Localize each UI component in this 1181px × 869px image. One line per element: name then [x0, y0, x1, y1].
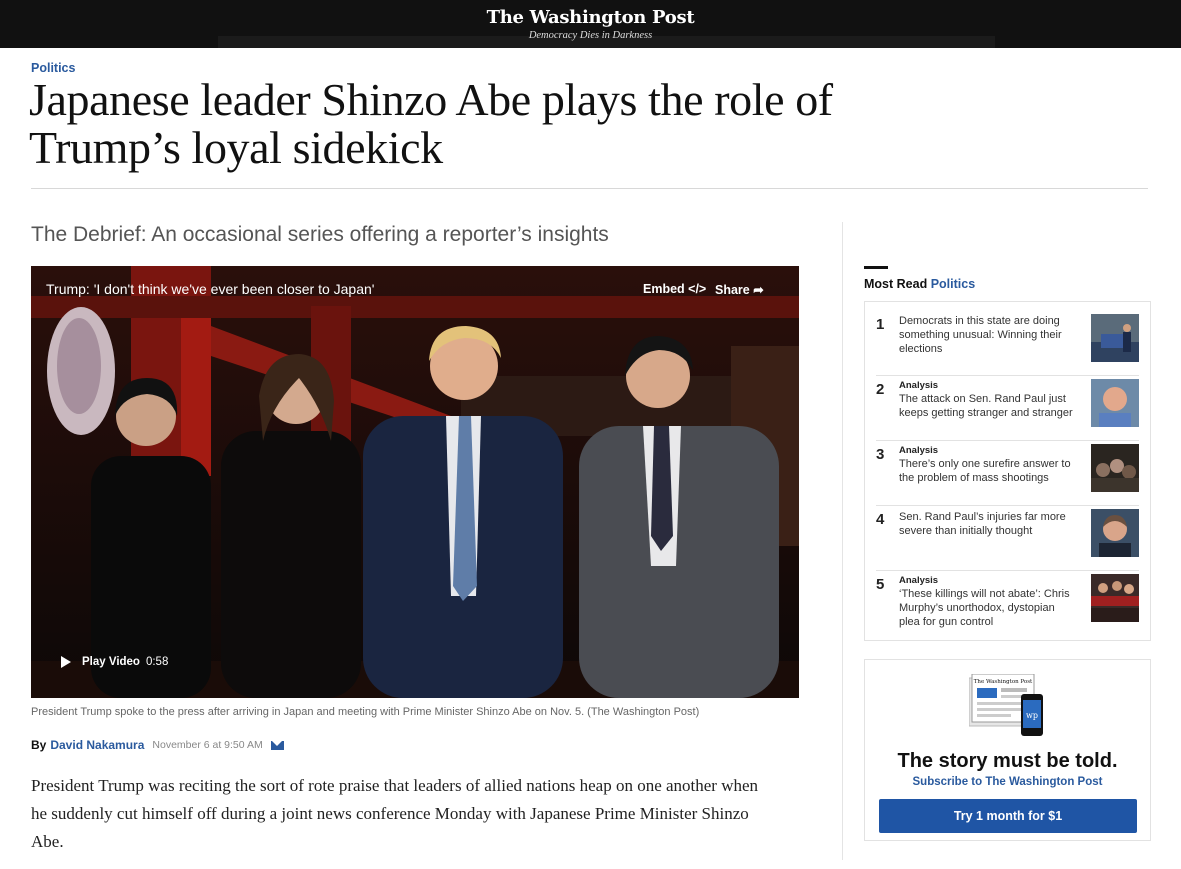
most-read-rank: 5 — [876, 576, 885, 593]
most-read-label: Most Read — [864, 277, 928, 291]
most-read-item-5[interactable]: 5 Analysis ‘These killings will not abat… — [876, 572, 1139, 636]
video-caption: President Trump spoke to the press after… — [31, 706, 700, 718]
byline: By David Nakamura November 6 at 9:50 AM — [31, 738, 284, 752]
most-read-item-1[interactable]: 1 Democrats in this state are doing some… — [876, 312, 1139, 376]
most-read-title: Most Read Politics — [864, 277, 975, 291]
most-read-rank: 3 — [876, 446, 885, 463]
most-read-rank: 2 — [876, 381, 885, 398]
most-read-item-2[interactable]: 2 Analysis The attack on Sen. Rand Paul … — [876, 377, 1139, 441]
analysis-label: Analysis — [899, 575, 939, 586]
masthead: The Washington Post Democracy Dies in Da… — [0, 0, 1181, 48]
share-label: Share — [715, 283, 750, 297]
article-subhead: The Debrief: An occasional series offeri… — [31, 223, 609, 246]
body-line-3: Abe. — [31, 832, 64, 851]
most-read-headline-line: elections — [899, 343, 943, 355]
most-read-item-3[interactable]: 3 Analysis There’s only one surefire ans… — [876, 442, 1139, 506]
most-read-text: Sen. Rand Paul’s injuries far more sever… — [899, 510, 1084, 538]
most-read-thumbnail — [1091, 444, 1139, 492]
subscribe-promo: The Washington Post wp The story must be… — [864, 659, 1151, 841]
analysis-label: Analysis — [899, 445, 939, 456]
most-read-thumbnail — [1091, 314, 1139, 362]
most-read-thumbnail — [1091, 509, 1139, 557]
most-read-thumbnail — [1091, 574, 1139, 622]
email-icon[interactable] — [270, 740, 284, 750]
video-player[interactable]: Trump: 'I don't think we've ever been cl… — [31, 266, 799, 698]
play-video-button[interactable]: Play Video 0:58 — [61, 656, 168, 668]
most-read-rank: 4 — [876, 511, 885, 528]
column-divider — [842, 222, 843, 860]
most-read-text: Analysis ‘These killings will not abate’… — [899, 575, 1084, 629]
most-read-headline-line: severe than initially thought — [899, 525, 1033, 537]
publish-date: November 6 at 9:50 AM — [152, 739, 263, 751]
most-read-item-4[interactable]: 4 Sen. Rand Paul’s injuries far more sev… — [876, 507, 1139, 571]
video-duration: 0:58 — [145, 656, 169, 668]
author-link[interactable]: David Nakamura — [50, 738, 144, 752]
promo-headline: The story must be told. — [897, 750, 1118, 772]
play-icon — [61, 656, 71, 668]
embed-button[interactable]: Embed </> — [643, 282, 706, 296]
share-arrow-icon: ➦ — [753, 283, 764, 297]
most-read-rank: 1 — [876, 316, 885, 333]
analysis-label: Analysis — [899, 380, 939, 391]
most-read-headline-line: plea for gun control — [899, 616, 994, 628]
share-button[interactable]: Share ➦ — [715, 282, 764, 297]
headline-line-1: Japanese leader Shinzo Abe plays the rol… — [29, 74, 833, 125]
app-icon-label: wp — [1026, 711, 1038, 720]
site-tagline: Democracy Dies in Darkness — [528, 30, 653, 41]
most-read-rule — [864, 266, 888, 269]
section-kicker[interactable]: Politics — [31, 61, 75, 75]
most-read-headline-line: Sen. Rand Paul’s injuries far more — [899, 511, 1066, 523]
video-still — [31, 266, 799, 698]
most-read-headline-line: Murphy’s unorthodox, dystopian — [899, 602, 1055, 614]
subscribe-link[interactable]: Subscribe to The Washington Post — [865, 776, 1150, 788]
most-read-section[interactable]: Politics — [931, 277, 975, 291]
most-read-list: 1 Democrats in this state are doing some… — [864, 301, 1151, 641]
most-read-headline-line: The attack on Sen. Rand Paul just — [899, 393, 1066, 405]
body-line-1: President Trump was reciting the sort of… — [31, 776, 759, 795]
article-headline: Japanese leader Shinzo Abe plays the rol… — [29, 76, 929, 172]
article-body: President Trump was reciting the sort of… — [31, 772, 801, 856]
body-line-2: he suddenly cut himself off during a joi… — [31, 804, 749, 823]
most-read-headline-line: keeps getting stranger and stranger — [899, 407, 1073, 419]
most-read-headline-line: the problem of mass shootings — [899, 472, 1049, 484]
video-title: Trump: 'I don't think we've ever been cl… — [46, 281, 375, 297]
headline-line-2: Trump’s loyal sidekick — [29, 122, 443, 173]
most-read-text: Democrats in this state are doing someth… — [899, 314, 1084, 356]
trial-offer-button[interactable]: Try 1 month for $1 — [879, 799, 1137, 833]
most-read-text: Analysis There’s only one surefire answe… — [899, 445, 1084, 485]
headline-divider — [31, 188, 1148, 189]
most-read-headline-line: Democrats in this state are doing — [899, 315, 1060, 327]
play-label: Play Video — [82, 656, 140, 668]
most-read-text: Analysis The attack on Sen. Rand Paul ju… — [899, 380, 1084, 420]
most-read-headline-line: something unusual: Winning their — [899, 329, 1062, 341]
newspaper-device-graphic: The Washington Post wp — [969, 674, 1043, 736]
newspaper-masthead: The Washington Post — [974, 679, 1033, 685]
site-logo[interactable]: The Washington Post — [0, 7, 1181, 28]
most-read-headline-line: ‘These killings will not abate’: Chris — [899, 588, 1070, 600]
most-read-thumbnail — [1091, 379, 1139, 427]
most-read-headline-line: There’s only one surefire answer to — [899, 458, 1071, 470]
byline-label: By — [31, 738, 47, 752]
